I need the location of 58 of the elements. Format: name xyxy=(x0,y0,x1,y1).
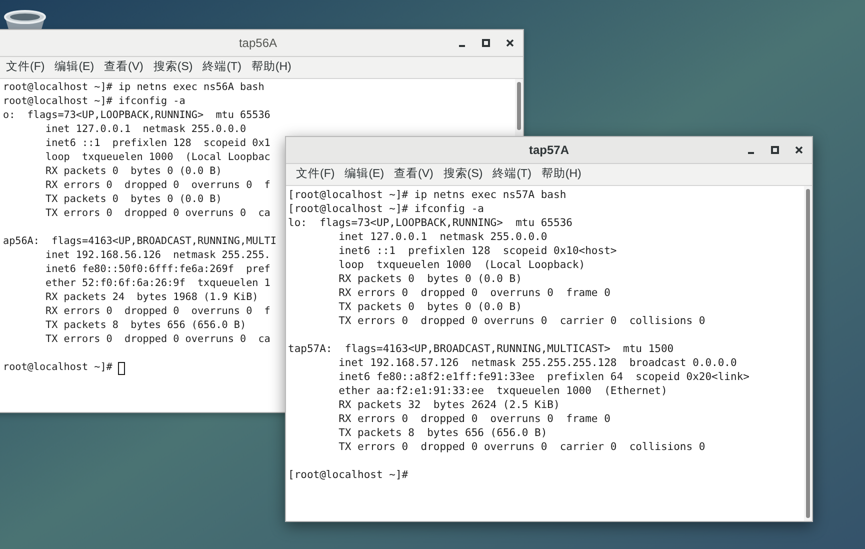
menu-item[interactable]: 查看(V) xyxy=(99,58,148,76)
terminal-line: RX errors 0 dropped 0 overruns 0 f xyxy=(44,179,270,193)
terminal-line: RX packets 32 bytes 2624 (2.5 KiB) xyxy=(338,398,560,412)
terminal-line: TX packets 0 bytes 0 (0.0 B) xyxy=(338,300,522,314)
terminal-line: ap56A: flags=4163<UP,BROADCAST,RUNNING,MULTI xyxy=(3,235,276,249)
terminal-line: inet6 ::1 prefixlen 128 scopeid 0x1 xyxy=(44,137,270,151)
close-icon[interactable] xyxy=(505,38,515,48)
terminal-line: inet6 fe80::a8f2:e1ff:fe91:33ee prefixlen 64 scopeid 0x20<link> xyxy=(338,370,750,384)
terminal-line: RX errors 0 dropped 0 overruns 0 frame 0 xyxy=(338,412,610,426)
menu-item[interactable]: 搜索(S) xyxy=(148,58,198,76)
terminal-line: [root@localhost ~]# ifconfig -a xyxy=(288,202,484,216)
window-title: tap56A xyxy=(238,35,278,52)
terminal-line: TX packets 8 bytes 656 (656.0 B) xyxy=(338,426,548,440)
terminal-line: TX errors 0 dropped 0 overruns 0 carrier 0 collisions 0 xyxy=(338,314,706,328)
menu-item[interactable]: 编辑(E) xyxy=(50,58,100,76)
terminal-line: inet 127.0.0.1 netmask 255.0.0.0 xyxy=(338,230,548,244)
maximize-icon[interactable] xyxy=(481,38,491,48)
terminal-line: TX errors 0 dropped 0 overruns 0 ca xyxy=(44,333,270,347)
terminal-line: o: flags=73<UP,LOOPBACK,RUNNING> mtu 65536 xyxy=(3,109,270,123)
maximize-icon[interactable] xyxy=(770,145,780,155)
terminal-line: TX errors 0 dropped 0 overruns 0 carrier 0 collisions 0 xyxy=(338,440,706,454)
terminal-line: ether aa:f2:e1:91:33:ee txqueuelen 1000 (Ethernet) xyxy=(338,384,668,398)
terminal-line: root@localhost ~]# ip netns exec ns56A bash xyxy=(3,81,264,95)
menu-item[interactable]: 编辑(E) xyxy=(340,166,390,184)
menu-item[interactable]: 帮助(H) xyxy=(246,58,296,76)
menu-item[interactable]: 文件(F) xyxy=(291,166,340,184)
terminal-line: inet 192.168.56.126 netmask 255.255. xyxy=(44,249,270,263)
terminal-line: loop txqueuelen 1000 (Local Loopback) xyxy=(338,258,586,272)
terminal-line: inet 192.168.57.126 netmask 255.255.255.128 broadcast 0.0.0.0 xyxy=(338,356,737,370)
terminal-line: loop txqueuelen 1000 (Local Loopbac xyxy=(44,151,270,165)
terminal-line: root@localhost ~]# ifconfig -a xyxy=(3,95,186,109)
menu-item[interactable]: 帮助(H) xyxy=(536,166,586,184)
terminal-line: inet6 ::1 prefixlen 128 scopeid 0x10<host> xyxy=(338,244,617,258)
terminal-line: TX packets 8 bytes 656 (656.0 B) xyxy=(44,319,246,333)
menu-item[interactable]: 文件(F) xyxy=(1,58,50,76)
terminal-line: RX errors 0 dropped 0 overruns 0 frame 0 xyxy=(338,286,610,300)
terminal-line: inet6 fe80::50f0:6fff:fe6a:269f pref xyxy=(44,263,270,277)
terminal-line: root@localhost ~]# xyxy=(3,361,114,375)
terminal-line: TX errors 0 dropped 0 overruns 0 ca xyxy=(44,207,270,221)
terminal-line: lo: flags=73<UP,LOOPBACK,RUNNING> mtu 65536 xyxy=(288,216,572,230)
terminal-line: inet 127.0.0.1 netmask 255.0.0.0 xyxy=(44,123,246,137)
terminal-line: RX packets 0 bytes 0 (0.0 B) xyxy=(44,165,222,179)
window-title: tap57A xyxy=(528,142,569,159)
terminal-line: [root@localhost ~]# ip netns exec ns57A bash xyxy=(288,188,566,202)
menu-item[interactable]: 終端(T) xyxy=(488,166,536,184)
terminal-line: RX packets 24 bytes 1968 (1.9 KiB) xyxy=(44,291,258,305)
terminal-line: [root@localhost ~]# xyxy=(288,468,410,482)
close-icon[interactable] xyxy=(794,145,804,155)
terminal-line: TX packets 0 bytes 0 (0.0 B) xyxy=(44,193,222,207)
terminal-line: ether 52:f0:6f:6a:26:9f txqueuelen 1 xyxy=(44,277,270,291)
terminal-line: RX errors 0 dropped 0 overruns 0 f xyxy=(44,305,270,319)
scrollbar-thumb[interactable] xyxy=(806,189,810,518)
menu-item[interactable]: 搜索(S) xyxy=(438,166,488,184)
terminal-line: RX packets 0 bytes 0 (0.0 B) xyxy=(338,272,522,286)
menu-item[interactable]: 查看(V) xyxy=(389,166,438,184)
terminal-line: tap57A: flags=4163<UP,BROADCAST,RUNNING,MULTICAST> mtu 1500 xyxy=(288,342,674,356)
scrollbar-thumb[interactable] xyxy=(517,82,521,130)
menu-item[interactable]: 終端(T) xyxy=(198,58,246,76)
